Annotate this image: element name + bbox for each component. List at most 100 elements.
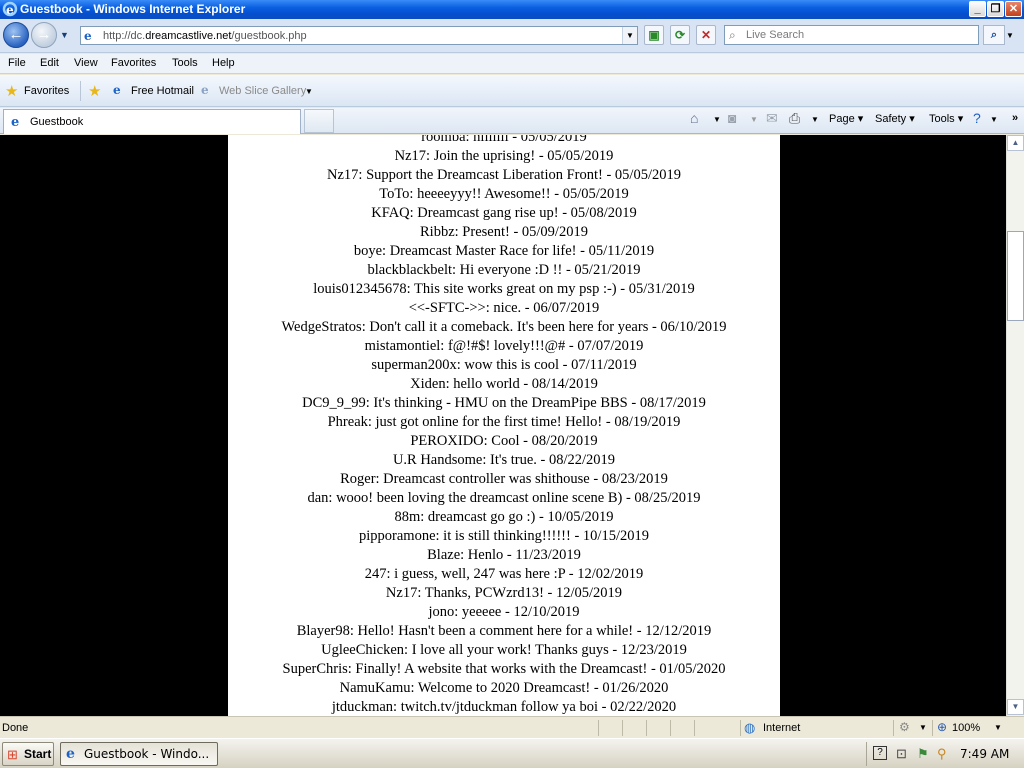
protected-mode-icon[interactable]: ⚙ — [899, 720, 910, 734]
security-zone[interactable]: Internet — [763, 722, 800, 734]
stop-icon: ✕ — [700, 28, 712, 42]
zoom-level[interactable]: 100% — [952, 722, 980, 734]
tab-label: Guestbook — [30, 116, 84, 128]
print-icon[interactable]: ⎙ — [789, 110, 800, 127]
menu-file[interactable]: File — [8, 57, 26, 69]
help-icon[interactable]: ? — [973, 110, 981, 126]
zoom-dropdown-icon[interactable]: ▼ — [994, 723, 1002, 732]
ie-logo-icon: e — [2, 1, 18, 17]
page-menu[interactable]: Page ▾ — [829, 112, 863, 125]
menu-help[interactable]: Help — [212, 57, 235, 69]
forward-arrow-icon: → — [36, 26, 52, 43]
taskbar-window-label: Guestbook - Windo... — [84, 747, 210, 761]
page-viewport: roomba: hiiiiiii - 05/05/2019 Nz17: Join … — [0, 135, 1006, 716]
zoom-icon: ⊕ — [937, 720, 948, 734]
address-toolbar: ← → ▼ e http://dc.dreamcastlive.net/gues… — [0, 19, 1024, 53]
stop-button[interactable]: ✕ — [696, 25, 716, 45]
guestbook-entry: NamuKamu: Welcome to 2020 Dreamcast! - 0… — [339, 680, 669, 696]
print-dropdown-icon[interactable]: ▼ — [811, 115, 819, 124]
search-field[interactable]: ⌕ Live Search — [724, 25, 979, 45]
favorites-star-icon: ★ — [5, 83, 19, 100]
status-divider — [622, 720, 623, 736]
clock[interactable]: 7:49 AM — [960, 747, 1009, 761]
menu-edit[interactable]: Edit — [40, 57, 59, 69]
protected-mode-dropdown-icon[interactable]: ▼ — [919, 723, 927, 732]
taskbar-window-guestbook[interactable]: e Guestbook - Windo... — [60, 742, 218, 766]
network-icon[interactable]: ⊡ — [896, 746, 907, 762]
tab-row: e Guestbook ⌂ ▼ ◙ ▼ ✉ ⎙ ▼ Page ▾ Safety … — [0, 108, 1024, 134]
guestbook-entry: jtduckman: twitch.tv/jtduckman follow ya… — [331, 699, 677, 715]
minimize-button[interactable]: _ — [969, 1, 986, 17]
feeds-icon[interactable]: ◙ — [728, 110, 736, 126]
address-field[interactable]: e http://dc.dreamcastlive.net/guestbook.… — [80, 26, 638, 45]
home-dropdown-icon[interactable]: ▼ — [713, 115, 721, 124]
free-hotmail-link[interactable]: Free Hotmail — [131, 85, 194, 97]
scroll-down-button[interactable]: ▼ — [1007, 699, 1024, 715]
back-button[interactable]: ← — [3, 22, 29, 48]
status-divider — [670, 720, 671, 736]
taskbar: ⊞ Start e Guestbook - Windo... ? ⊡ ⚑ ⚲ 7… — [0, 738, 1024, 768]
guestbook-entry: jono: yeeeee - 12/10/2019 — [428, 604, 580, 620]
favorites-button[interactable]: Favorites — [24, 85, 69, 97]
favorites-separator — [80, 81, 81, 101]
read-mail-icon[interactable]: ✉ — [766, 110, 778, 127]
status-divider — [740, 720, 741, 736]
status-divider — [932, 720, 933, 736]
help-tray-icon[interactable]: ? — [873, 746, 887, 760]
feeds-dropdown-icon[interactable]: ▼ — [750, 115, 758, 124]
guestbook-entry: ToTo: heeeeyyy!! Awesome!! - 05/05/2019 — [379, 186, 629, 202]
refresh-button[interactable]: ⟳ — [670, 25, 690, 45]
home-icon[interactable]: ⌂ — [690, 110, 698, 126]
help-dropdown-icon[interactable]: ▼ — [990, 115, 998, 124]
guestbook-entry: Blaze: Henlo - 11/23/2019 — [427, 547, 581, 563]
taskbar-ie-icon: e — [66, 746, 75, 762]
status-divider — [646, 720, 647, 736]
close-button[interactable]: ✕ — [1005, 1, 1022, 17]
search-options-dropdown[interactable]: ▼ — [1006, 31, 1014, 40]
windows-flag-icon: ⊞ — [7, 747, 18, 762]
web-slice-gallery-link[interactable]: Web Slice Gallery — [219, 85, 306, 97]
search-button[interactable]: ⌕ — [983, 25, 1005, 45]
guestbook-entry: 88m: dreamcast go go :) - 10/05/2019 — [394, 509, 614, 525]
restore-button[interactable]: ❐ — [987, 1, 1004, 17]
vertical-scrollbar[interactable]: ▲ ▼ — [1006, 135, 1024, 716]
tools-menu[interactable]: Tools ▾ — [929, 112, 963, 125]
system-tray: ? ⊡ ⚑ ⚲ 7:49 AM — [866, 742, 1022, 766]
safety-menu[interactable]: Safety ▾ — [875, 112, 915, 125]
add-to-favorites-icon[interactable]: ★ — [88, 82, 101, 100]
refresh-icon: ⟳ — [674, 28, 686, 42]
guestbook-entry: Blayer98: Hello! Hasn't been a comment h… — [296, 623, 712, 639]
search-tray-icon[interactable]: ⚲ — [937, 746, 947, 762]
status-bar: Done ◍ Internet ⚙ ▼ ⊕ 100% ▼ — [0, 716, 1024, 738]
web-slice-dropdown-icon[interactable]: ▼ — [305, 87, 313, 96]
compatibility-view-button[interactable]: ▣ — [644, 25, 664, 45]
guestbook-entry: 247: i guess, well, 247 was here :P - 12… — [364, 566, 644, 582]
guestbook-entry: UgleeChicken: I love all your work! Than… — [321, 642, 687, 658]
url-text[interactable]: http://dc.dreamcastlive.net/guestbook.ph… — [103, 30, 307, 42]
start-button[interactable]: ⊞ Start — [2, 742, 54, 766]
security-center-icon[interactable]: ⚑ — [917, 746, 929, 762]
toolbar-overflow-icon[interactable]: » — [1012, 112, 1018, 124]
status-divider — [893, 720, 894, 736]
guestbook-entry: U.R Handsome: It's true. - 08/22/2019 — [392, 452, 616, 468]
title-bar: e Guestbook - Windows Internet Explorer … — [0, 0, 1024, 19]
status-text: Done — [2, 722, 29, 734]
hotmail-link-icon: e — [113, 83, 121, 97]
tab-page-icon: e — [11, 115, 20, 130]
guestbook-entry: <<-SFTC->>: nice. - 06/07/2019 — [408, 300, 600, 316]
address-dropdown[interactable]: ▼ — [622, 27, 637, 44]
scroll-up-button[interactable]: ▲ — [1007, 135, 1024, 151]
tab-guestbook[interactable]: e Guestbook — [3, 109, 301, 134]
search-icon: ⌕ — [990, 29, 998, 41]
menu-view[interactable]: View — [74, 57, 98, 69]
menu-favorites[interactable]: Favorites — [111, 57, 156, 69]
guestbook-entry: superman200x: wow this is cool - 07/11/2… — [371, 357, 637, 373]
guestbook-entry: DC9_9_99: It's thinking - HMU on the Dre… — [302, 395, 706, 411]
recent-pages-dropdown[interactable]: ▼ — [60, 30, 69, 40]
forward-button[interactable]: → — [31, 22, 57, 48]
page-icon: e — [84, 29, 92, 43]
status-divider — [694, 720, 695, 736]
menu-tools[interactable]: Tools — [172, 57, 198, 69]
new-tab-button[interactable] — [304, 109, 334, 133]
scroll-thumb[interactable] — [1007, 231, 1024, 321]
